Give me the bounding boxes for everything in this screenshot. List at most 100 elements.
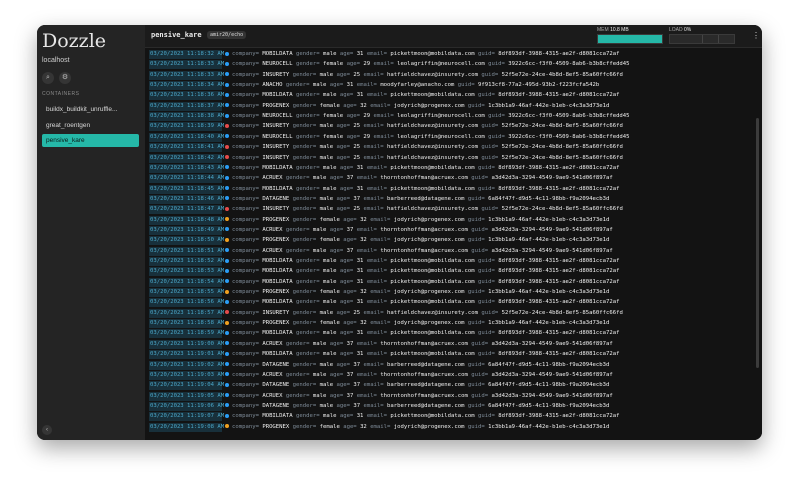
- log-timestamp: 03/20/2023 11:18:40 AM: [149, 132, 225, 142]
- log-age: 37: [353, 382, 361, 389]
- log-email: pickettmoon@mobildata.com: [390, 351, 475, 358]
- log-level-dot: [225, 403, 229, 408]
- log-scrollbar[interactable]: [756, 118, 759, 368]
- key-gender: gender=: [285, 340, 310, 347]
- log-email: thorntonhoffman@acruex.com: [380, 340, 468, 347]
- log-gender: male: [312, 82, 327, 89]
- log-guid: 8df893df-3988-4315-ae2f-d8081cca72af: [498, 164, 620, 171]
- log-timestamp: 03/20/2023 11:19:05 AM: [149, 391, 225, 401]
- log-company: MOBILDATA: [262, 51, 293, 57]
- sidebar-item-buildx[interactable]: buildx_buildkit_unruffle...: [42, 103, 139, 116]
- log-gender: male: [312, 371, 327, 378]
- log-age: 32: [360, 216, 367, 223]
- log-timestamp: 03/20/2023 11:18:59 AM: [149, 329, 225, 339]
- settings-button[interactable]: ⚙: [59, 72, 71, 84]
- log-row: 03/20/2023 11:18:32 AM company= MOBILDATA…: [149, 50, 619, 59]
- key-gender: gender=: [292, 361, 317, 368]
- key-email: email=: [370, 289, 391, 296]
- log-company: ACRUEX: [262, 175, 283, 182]
- log-timestamp: 03/20/2023 11:18:42 AM: [149, 153, 225, 163]
- sidebar-item-label: buildx_buildkit_unruffle...: [46, 106, 118, 113]
- key-company: company=: [232, 382, 259, 389]
- key-age: age=: [339, 92, 354, 99]
- host-label: localhost: [42, 57, 70, 64]
- log-gender: male: [319, 309, 334, 316]
- log-row: 03/20/2023 11:18:47 AM company= INSURETY …: [149, 205, 623, 215]
- log-age: 31: [356, 330, 364, 337]
- log-timestamp: 03/20/2023 11:18:57 AM: [149, 308, 225, 318]
- key-email: email=: [366, 258, 388, 264]
- log-email: hatfieldchavez@insurety.com: [387, 71, 478, 78]
- log-guid: 8df893df-3988-4315-ae2f-d8081cca72af: [498, 278, 620, 285]
- log-level-dot: [225, 227, 229, 232]
- log-level-dot: [225, 279, 229, 284]
- key-gender: gender=: [292, 195, 317, 202]
- mem-bar-fill: [598, 35, 662, 43]
- key-email: email=: [370, 237, 391, 244]
- key-company: company=: [232, 258, 259, 264]
- key-guid: guid=: [467, 320, 485, 327]
- log-viewer[interactable]: 03/20/2023 11:18:32 AM company= MOBILDATA…: [145, 48, 762, 440]
- log-level-dot: [225, 175, 229, 180]
- log-age: 31: [356, 278, 364, 285]
- log-level-dot: [225, 92, 229, 97]
- key-company: company=: [232, 133, 259, 140]
- key-guid: guid=: [467, 216, 485, 223]
- sidebar-item-label: great_roentgen: [46, 122, 91, 129]
- key-guid: guid=: [477, 268, 495, 275]
- key-age: age=: [336, 195, 350, 202]
- key-email: email=: [370, 320, 391, 327]
- log-company: INSURETY: [262, 144, 290, 151]
- key-email: email=: [366, 51, 388, 57]
- log-age: 25: [353, 123, 361, 130]
- log-gender: male: [319, 195, 334, 202]
- log-level-dot: [225, 372, 229, 377]
- key-guid: guid=: [481, 206, 499, 213]
- log-timestamp: 03/20/2023 11:19:02 AM: [149, 360, 225, 370]
- log-level-dot: [225, 310, 229, 315]
- log-timestamp: 03/20/2023 11:18:52 AM: [149, 257, 225, 266]
- key-email: email=: [363, 206, 384, 213]
- log-timestamp: 03/20/2023 11:18:39 AM: [149, 122, 225, 132]
- log-gender: male: [322, 92, 337, 99]
- log-guid: a3d42d3a-3294-4549-9ae9-541d06f897af: [491, 392, 613, 399]
- log-email: pickettmoon@mobildata.com: [390, 268, 475, 275]
- key-age: age=: [339, 351, 354, 358]
- log-guid: 1c3bb1a9-46af-442e-b1eb-c4c3a3d73e1d: [488, 423, 610, 430]
- log-level-dot: [225, 237, 229, 242]
- key-age: age=: [339, 258, 354, 264]
- key-gender: gender=: [285, 175, 310, 182]
- key-email: email=: [366, 299, 388, 306]
- log-guid: 8df893df-3988-4315-ae2f-d8081cca72af: [498, 51, 620, 57]
- log-level-dot: [225, 103, 229, 108]
- key-gender: gender=: [296, 330, 320, 337]
- key-company: company=: [232, 185, 259, 192]
- log-row: 03/20/2023 11:19:02 AM company= DATAGENE …: [149, 360, 609, 370]
- log-age: 29: [363, 133, 371, 140]
- log-company: NEUROCELL: [262, 61, 293, 68]
- log-age: 31: [356, 92, 364, 99]
- log-level-dot: [225, 424, 229, 429]
- key-company: company=: [232, 113, 259, 120]
- main-panel: pensive_kare amir20/echo MEM 10.8 MB LOA…: [145, 25, 762, 440]
- key-guid: guid=: [457, 82, 475, 89]
- log-email: jodyrich@progenex.com: [393, 423, 465, 430]
- key-company: company=: [232, 164, 259, 171]
- sidebar-item-pensive-kare[interactable]: pensive_kare: [42, 134, 139, 147]
- log-level-dot: [225, 144, 229, 149]
- collapse-sidebar-button[interactable]: ‹: [42, 425, 52, 435]
- key-gender: gender=: [296, 268, 320, 275]
- log-row: 03/20/2023 11:19:06 AM company= DATAGENE …: [149, 401, 609, 411]
- key-gender: gender=: [285, 392, 310, 399]
- log-age: 37: [353, 361, 361, 368]
- log-company: PROGENEX: [262, 216, 290, 223]
- container-menu-button[interactable]: ⋮: [752, 31, 760, 41]
- sidebar-item-great-roentgen[interactable]: great_roentgen: [42, 119, 139, 132]
- log-timestamp: 03/20/2023 11:18:33 AM: [149, 60, 225, 70]
- log-guid: 1c3bb1a9-46af-442e-b1eb-c4c3a3d73e1d: [488, 237, 610, 244]
- search-button[interactable]: ⌕: [42, 72, 54, 84]
- log-age: 31: [346, 82, 354, 89]
- key-company: company=: [232, 289, 259, 296]
- log-company: ANACHO: [262, 82, 283, 89]
- log-row: 03/20/2023 11:18:46 AM company= DATAGENE …: [149, 194, 609, 204]
